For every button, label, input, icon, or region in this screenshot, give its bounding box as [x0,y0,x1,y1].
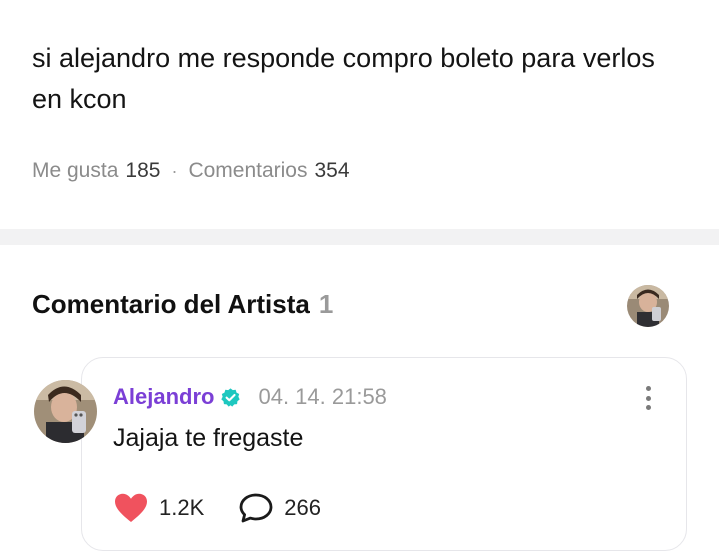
verified-badge-icon [220,387,241,408]
section-divider [0,229,719,245]
comment-author-name[interactable]: Alejandro [113,384,214,410]
reply-count[interactable]: 266 [284,495,321,521]
artist-comment-header: Comentario del Artista 1 [32,289,333,320]
likes-count[interactable]: 185 [125,159,160,183]
artist-avatar-small[interactable] [627,285,669,327]
comment-author-row: Alejandro 04. 14. 21:58 [113,384,387,410]
artist-comment-count: 1 [318,289,334,319]
comment-text: Jajaja te fregaste [113,424,304,452]
post-stats: Me gusta 185 · Comentarios 354 [32,159,350,183]
comments-count[interactable]: 354 [315,159,350,183]
likes-label[interactable]: Me gusta [32,159,118,183]
comment-timestamp: 04. 14. 21:58 [258,384,387,409]
commenter-avatar[interactable] [34,380,97,443]
heart-icon[interactable] [113,492,149,524]
more-vertical-icon [645,386,651,391]
more-options-button[interactable] [638,383,658,413]
speech-bubble-icon[interactable] [238,492,274,524]
comments-label[interactable]: Comentarios [188,159,307,183]
artist-comment-title: Comentario del Artista [32,289,310,319]
stats-separator: · [171,160,178,181]
like-count[interactable]: 1.2K [159,495,204,521]
comment-actions: 1.2K 266 [113,492,321,524]
post-text: si alejandro me responde compro boleto p… [32,43,655,114]
